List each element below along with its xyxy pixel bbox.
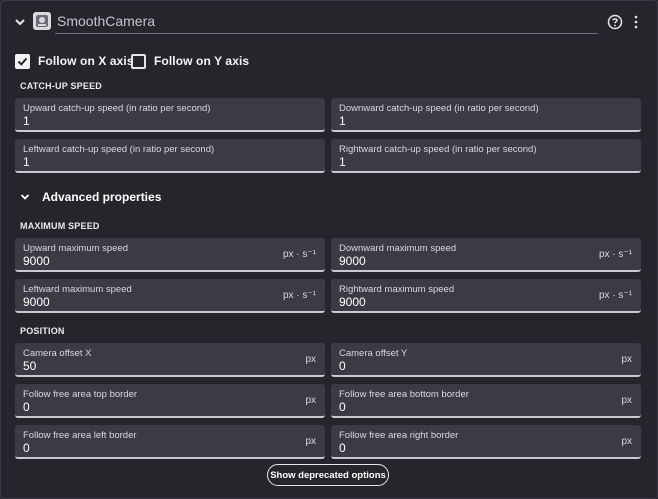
- field-label: Follow free area left border: [23, 430, 137, 441]
- advanced-properties-label: Advanced properties: [42, 190, 162, 204]
- field-label: Camera offset Y: [339, 348, 408, 359]
- checkbox-checked-icon[interactable]: [15, 53, 30, 69]
- unit-label: px: [621, 354, 632, 365]
- field-value[interactable]: 9000: [23, 295, 50, 309]
- follow-y-label: Follow on Y axis: [154, 54, 250, 68]
- field-value[interactable]: 0: [339, 400, 346, 414]
- unit-label: px · s⁻¹: [598, 249, 632, 260]
- follow-x-checkbox[interactable]: Follow on X axis: [15, 52, 134, 70]
- field-value[interactable]: 9000: [23, 254, 50, 268]
- field-label: Follow free area top border: [23, 389, 138, 400]
- upward-catchup-field[interactable]: Upward catch-up speed (in ratio per seco…: [15, 98, 325, 132]
- free-area-right-border-field[interactable]: Follow free area right border 0 px: [331, 425, 641, 459]
- field-label: Camera offset X: [23, 348, 92, 359]
- field-value[interactable]: 1: [339, 155, 346, 169]
- chevron-down-icon[interactable]: [20, 192, 30, 202]
- rightward-max-speed-field[interactable]: Rightward maximum speed 9000 px · s⁻¹: [331, 279, 641, 313]
- leftward-catchup-field[interactable]: Leftward catch-up speed (in ratio per se…: [15, 139, 325, 173]
- field-value[interactable]: 1: [339, 114, 346, 128]
- rightward-catchup-field[interactable]: Rightward catch-up speed (in ratio per s…: [331, 139, 641, 173]
- field-value[interactable]: 9000: [339, 295, 366, 309]
- leftward-max-speed-field[interactable]: Leftward maximum speed 9000 px · s⁻¹: [15, 279, 325, 313]
- free-area-top-border-field[interactable]: Follow free area top border 0 px: [15, 384, 325, 418]
- field-label: Follow free area bottom border: [339, 389, 469, 400]
- field-label: Upward catch-up speed (in ratio per seco…: [23, 103, 211, 114]
- field-value[interactable]: 0: [339, 441, 346, 455]
- more-vertical-icon[interactable]: [630, 14, 642, 30]
- behavior-name-input[interactable]: SmoothCamera: [55, 10, 598, 34]
- help-circle-icon[interactable]: [607, 14, 623, 30]
- chevron-down-icon[interactable]: [13, 15, 27, 29]
- unit-label: px: [621, 395, 632, 406]
- field-label: Leftward maximum speed: [23, 284, 132, 295]
- field-label: Downward maximum speed: [339, 243, 457, 254]
- field-value[interactable]: 50: [23, 359, 36, 373]
- unit-label: px · s⁻¹: [282, 249, 316, 260]
- camera-behavior-icon: [33, 12, 51, 30]
- unit-label: px: [305, 436, 316, 447]
- field-value[interactable]: 9000: [339, 254, 366, 268]
- camera-offset-y-field[interactable]: Camera offset Y 0 px: [331, 343, 641, 377]
- checkbox-unchecked-icon[interactable]: [131, 53, 146, 69]
- follow-y-checkbox[interactable]: Follow on Y axis: [131, 52, 249, 70]
- field-value[interactable]: 0: [23, 441, 30, 455]
- field-value[interactable]: 1: [23, 114, 30, 128]
- behavior-header: SmoothCamera: [1, 1, 657, 43]
- camera-offset-x-field[interactable]: Camera offset X 50 px: [15, 343, 325, 377]
- follow-x-label: Follow on X axis: [38, 54, 134, 68]
- field-value[interactable]: 0: [23, 400, 30, 414]
- section-position: POSITION: [20, 326, 65, 336]
- field-label: Follow free area right border: [339, 430, 459, 441]
- unit-label: px: [621, 436, 632, 447]
- behavior-panel: SmoothCamera Follow on X axis Follow on …: [0, 0, 658, 499]
- section-maximum-speed: MAXIMUM SPEED: [20, 221, 100, 231]
- field-label: Leftward catch-up speed (in ratio per se…: [23, 144, 215, 155]
- downward-catchup-field[interactable]: Downward catch-up speed (in ratio per se…: [331, 98, 641, 132]
- section-catchup-speed: CATCH-UP SPEED: [20, 81, 102, 91]
- field-label: Rightward maximum speed: [339, 284, 455, 295]
- field-value[interactable]: 0: [339, 359, 346, 373]
- field-label: Rightward catch-up speed (in ratio per s…: [339, 144, 537, 155]
- upward-max-speed-field[interactable]: Upward maximum speed 9000 px · s⁻¹: [15, 238, 325, 272]
- unit-label: px · s⁻¹: [282, 290, 316, 301]
- field-value[interactable]: 1: [23, 155, 30, 169]
- free-area-bottom-border-field[interactable]: Follow free area bottom border 0 px: [331, 384, 641, 418]
- show-deprecated-options-button[interactable]: Show deprecated options: [267, 464, 389, 486]
- downward-max-speed-field[interactable]: Downward maximum speed 9000 px · s⁻¹: [331, 238, 641, 272]
- field-label: Upward maximum speed: [23, 243, 129, 254]
- advanced-properties-toggle[interactable]: Advanced properties: [20, 189, 161, 205]
- unit-label: px: [305, 395, 316, 406]
- field-label: Downward catch-up speed (in ratio per se…: [339, 103, 539, 114]
- free-area-left-border-field[interactable]: Follow free area left border 0 px: [15, 425, 325, 459]
- unit-label: px · s⁻¹: [598, 290, 632, 301]
- unit-label: px: [305, 354, 316, 365]
